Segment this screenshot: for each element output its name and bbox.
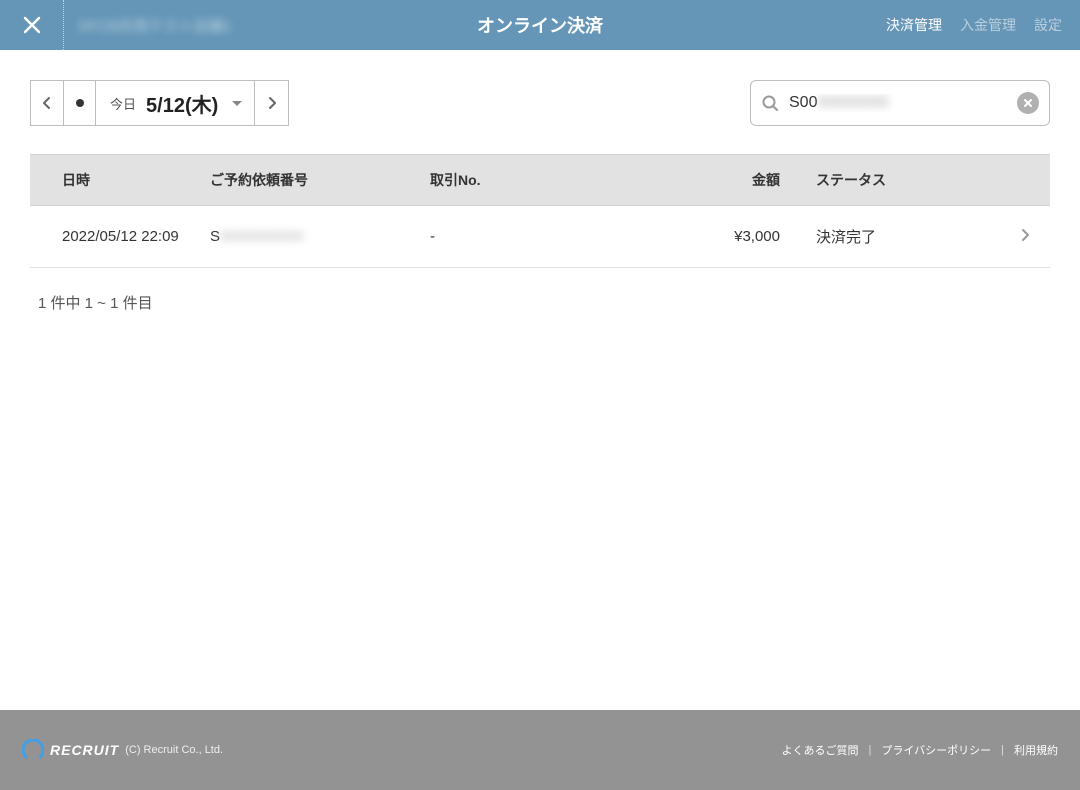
- date-picker[interactable]: 今日 5/12(木): [96, 80, 255, 126]
- cell-datetime: 2022/05/12 22:09: [30, 228, 210, 245]
- date-navigator: 今日 5/12(木): [30, 80, 289, 126]
- payments-table: 日時 ご予約依頼番号 取引No. 金額 ステータス 2022/05/12 22:…: [30, 154, 1050, 268]
- search-value: S0000000000: [789, 94, 1007, 112]
- close-small-icon: [1023, 98, 1033, 108]
- th-datetime: 日時: [30, 170, 210, 190]
- footer-logo: RECRUIT (C) Recruit Co., Ltd.: [22, 739, 223, 761]
- pagination-text: 1 件中 1 ~ 1 件目: [30, 292, 1050, 313]
- th-request-no: ご予約依頼番号: [210, 170, 430, 190]
- footer-copyright: (C) Recruit Co., Ltd.: [125, 744, 223, 756]
- close-icon: [22, 15, 42, 35]
- date-picker-today-label: 今日: [110, 94, 136, 113]
- cell-request-no: S0000000000: [210, 228, 430, 245]
- next-day-button[interactable]: [255, 80, 289, 126]
- footer-brand: RECRUIT: [50, 742, 119, 758]
- tab-settings[interactable]: 設定: [1034, 15, 1062, 35]
- prev-day-button[interactable]: [30, 80, 64, 126]
- chevron-right-icon: [265, 96, 279, 110]
- search-icon: [761, 94, 779, 112]
- th-amount: 金額: [690, 170, 810, 190]
- header-nav: 決済管理 入金管理 設定: [886, 15, 1080, 35]
- footer-link-terms[interactable]: 利用規約: [1014, 742, 1058, 758]
- today-dot-button[interactable]: [64, 80, 96, 126]
- th-txn-no: 取引No.: [430, 170, 690, 190]
- footer-links: よくあるご質問 | プライバシーポリシー | 利用規約: [782, 742, 1059, 758]
- th-status: ステータス: [810, 170, 1000, 190]
- footer: RECRUIT (C) Recruit Co., Ltd. よくあるご質問 | …: [0, 710, 1080, 790]
- chevron-right-icon: [1018, 228, 1032, 242]
- main-content: 今日 5/12(木) S0000000000: [0, 50, 1080, 710]
- footer-link-privacy[interactable]: プライバシーポリシー: [881, 742, 991, 758]
- date-picker-date: 5/12(木): [146, 89, 218, 118]
- chevron-down-icon: [232, 101, 242, 106]
- controls-row: 今日 5/12(木) S0000000000: [30, 80, 1050, 126]
- row-arrow: [1000, 228, 1050, 246]
- recruit-logo-icon: [22, 739, 44, 761]
- cell-txn-no: -: [430, 228, 690, 245]
- chevron-left-icon: [40, 96, 54, 110]
- cell-amount: ¥3,000: [690, 228, 810, 245]
- table-row[interactable]: 2022/05/12 22:09 S0000000000 - ¥3,000 決済…: [30, 206, 1050, 268]
- clear-search-button[interactable]: [1017, 92, 1039, 114]
- footer-link-faq[interactable]: よくあるご質問: [782, 742, 859, 758]
- dot-icon: [76, 99, 84, 107]
- app-header: SFCB共用テスト店舗1 オンライン決済 決済管理 入金管理 設定: [0, 0, 1080, 50]
- close-button[interactable]: [0, 0, 64, 50]
- cell-status: 決済完了: [810, 226, 1000, 247]
- tab-deposit[interactable]: 入金管理: [960, 15, 1016, 35]
- search-input[interactable]: S0000000000: [750, 80, 1050, 126]
- tab-payment[interactable]: 決済管理: [886, 15, 942, 35]
- store-name: SFCB共用テスト店舗1: [78, 15, 231, 36]
- table-header: 日時 ご予約依頼番号 取引No. 金額 ステータス: [30, 154, 1050, 206]
